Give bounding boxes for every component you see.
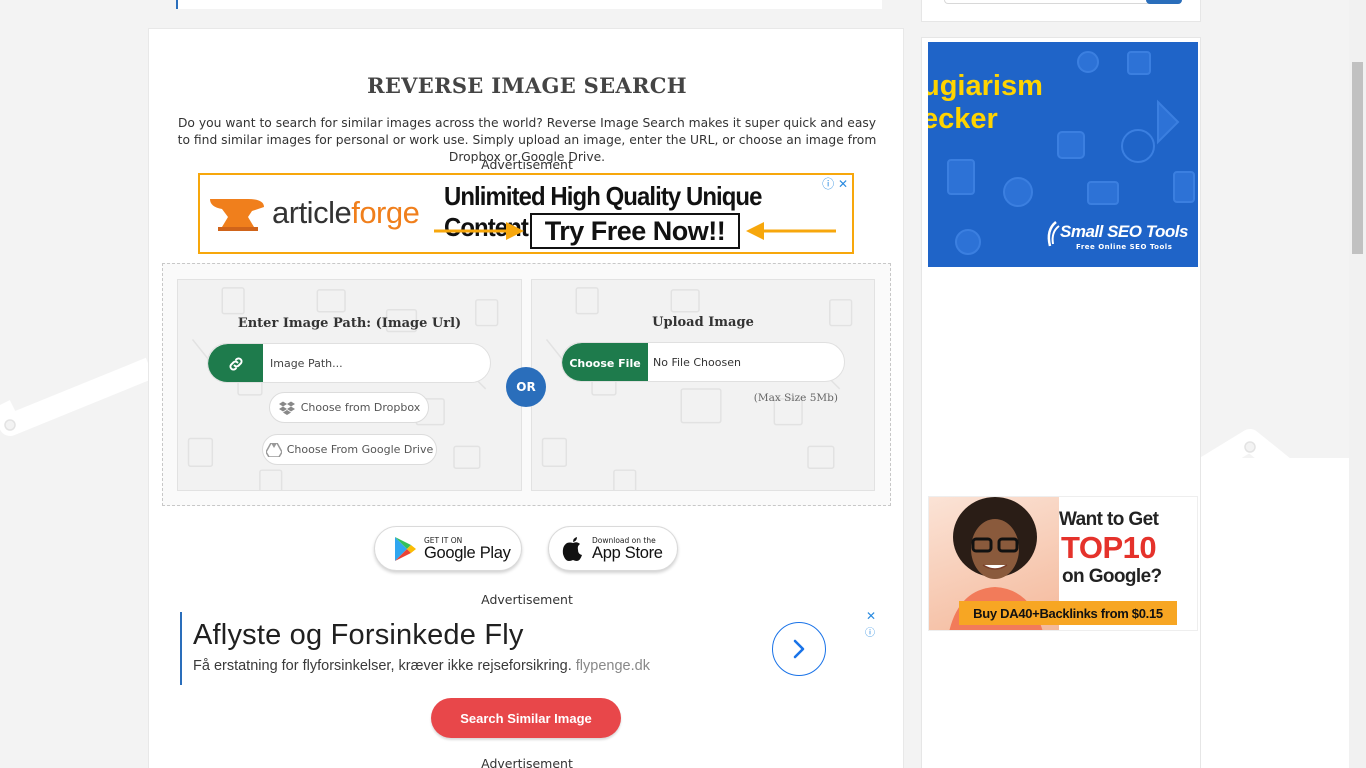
advertisement-label: Advertisement: [481, 756, 573, 768]
ad2-line1: Want to Get: [1059, 509, 1159, 530]
text-ad-title[interactable]: Aflyste og Forsinkede Fly: [193, 619, 524, 652]
flypenge-text-ad[interactable]: Aflyste og Forsinkede Fly Få erstatning …: [180, 609, 880, 685]
choose-from-google-drive-button[interactable]: Choose From Google Drive: [262, 434, 437, 465]
or-divider-badge: OR: [506, 367, 546, 407]
plagiarism-line2: ecker: [928, 103, 998, 135]
scrollbar-thumb[interactable]: [1352, 62, 1363, 254]
file-upload-input[interactable]: Choose File No File Choosen: [561, 342, 845, 382]
top-search-bar: [176, 0, 882, 9]
text-ad-desc-body: Få erstatning for flyforsinkelser, kræve…: [193, 658, 572, 674]
max-size-note: (Max Size 5Mb): [753, 392, 838, 404]
link-icon: [208, 344, 263, 382]
plagiarism-checker-ad[interactable]: ugiarism ecker Small SEO Tools Free Onli…: [928, 42, 1198, 267]
file-status-text: No File Choosen: [653, 356, 741, 369]
article-forge-wordmark: articleforge: [272, 195, 420, 231]
ad2-line2: TOP10: [1061, 530, 1157, 565]
anvil-icon: [210, 199, 264, 231]
image-url-input[interactable]: [264, 344, 488, 382]
google-play-big-text: Google Play: [424, 543, 511, 562]
advertisement-label: Advertisement: [481, 157, 573, 172]
choose-from-dropbox-button[interactable]: Choose from Dropbox: [269, 392, 429, 423]
ad2-line3: on Google?: [1062, 566, 1162, 587]
image-search-tool: Enter Image Path: (Image Url) C: [162, 263, 891, 506]
google-drive-icon: [265, 442, 282, 457]
sidebar-search-button[interactable]: [1146, 0, 1182, 4]
text-ad-go-button[interactable]: [772, 622, 826, 676]
small-seo-tools-tagline: Free Online SEO Tools: [1076, 243, 1173, 251]
upload-panel: Upload Image Choose File No File Choosen…: [531, 279, 875, 491]
dropbox-label: Choose from Dropbox: [300, 401, 421, 414]
top10-google-ad[interactable]: Want to Get TOP10 on Google? Buy DA40+Ba…: [928, 496, 1198, 631]
google-play-icon: [395, 536, 416, 561]
app-store-badge[interactable]: Download on the App Store: [548, 526, 678, 571]
close-ad-icon[interactable]: ✕: [866, 609, 876, 623]
try-free-now-button[interactable]: Try Free Now!!: [530, 213, 740, 249]
page-title: REVERSE IMAGE SEARCH: [367, 73, 687, 98]
image-url-input-group: [207, 343, 491, 383]
ad2-offer-strip[interactable]: Buy DA40+Backlinks from $0.15: [959, 601, 1177, 625]
app-store-big-text: App Store: [592, 543, 663, 562]
choose-file-button[interactable]: Choose File: [562, 343, 648, 381]
upload-panel-title: Upload Image: [652, 315, 754, 330]
google-play-badge[interactable]: GET IT ON Google Play: [374, 526, 522, 571]
search-similar-image-button[interactable]: Search Similar Image: [431, 698, 621, 738]
chevron-right-icon: [793, 639, 805, 659]
ad-info-icon[interactable]: ⓘ: [865, 624, 875, 639]
arrow-left-icon: [746, 222, 836, 240]
brand-prefix: article: [272, 195, 352, 230]
plagiarism-line1: ugiarism: [928, 70, 1043, 102]
sidebar: ugiarism ecker Small SEO Tools Free Onli…: [921, 37, 1201, 768]
plagiarism-headline: ugiarism ecker: [928, 70, 1043, 136]
dropbox-icon: [278, 401, 295, 415]
small-seo-tools-brand: Small SEO Tools: [1060, 222, 1188, 241]
article-forge-banner-ad[interactable]: articleforge Unlimited High Quality Uniq…: [198, 173, 854, 254]
arrow-right-icon: [434, 222, 524, 240]
advertisement-label: Advertisement: [481, 592, 573, 607]
page-scrollbar[interactable]: [1349, 0, 1366, 768]
url-panel-title: Enter Image Path: (Image Url): [237, 316, 462, 331]
url-panel: Enter Image Path: (Image Url) C: [177, 279, 522, 491]
text-ad-domain: flypenge.dk: [575, 658, 650, 674]
brand-suffix: forge: [351, 195, 420, 230]
small-seo-tools-logo-icon: [1047, 221, 1060, 247]
ad-choices-icon[interactable]: ⓘ ✕: [822, 175, 848, 192]
article-forge-logo: articleforge: [208, 193, 420, 233]
google-drive-label: Choose From Google Drive: [286, 443, 434, 456]
file-pattern-background: [541, 287, 853, 490]
sidebar-search-box: [921, 0, 1201, 22]
apple-icon: [562, 536, 582, 561]
text-ad-description: Få erstatning for flyforsinkelser, kræve…: [193, 658, 650, 674]
